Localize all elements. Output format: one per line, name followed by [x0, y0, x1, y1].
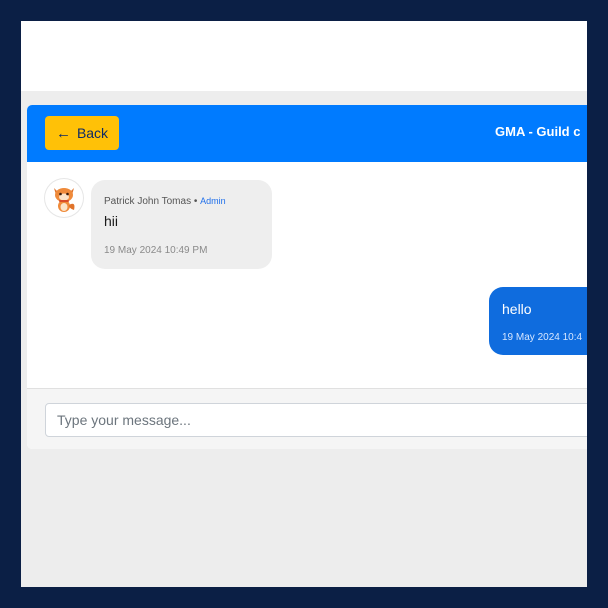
back-button-label: Back	[76, 125, 109, 141]
fox-character-avatar-icon	[46, 180, 82, 216]
chat-title: GMA - Guild c	[495, 124, 581, 139]
app-viewport: ← Back GMA - Guild c Patrick John Tomas …	[21, 21, 587, 587]
top-blank-area	[21, 21, 587, 91]
sender-name: Patrick John Tomas	[104, 196, 192, 207]
arrow-left-icon: ←	[55, 124, 71, 142]
message-text: hii	[104, 213, 119, 229]
chat-panel: ← Back GMA - Guild c Patrick John Tomas …	[27, 105, 587, 449]
admin-badge: Admin	[200, 196, 226, 206]
avatar	[45, 179, 83, 217]
message-list: Patrick John Tomas • Admin hii 19 May 20…	[27, 162, 587, 388]
incoming-message: Patrick John Tomas • Admin hii 19 May 20…	[91, 180, 272, 269]
chat-header: ← Back GMA - Guild c	[27, 105, 587, 162]
message-timestamp: 19 May 2024 10:49 PM	[104, 245, 208, 256]
back-button[interactable]: ← Back	[45, 116, 119, 150]
outgoing-message: hello 19 May 2024 10:4	[489, 287, 587, 355]
sender-separator: •	[191, 196, 201, 207]
page-gap	[21, 91, 587, 105]
message-sender-line: Patrick John Tomas • Admin	[104, 196, 226, 207]
message-text: hello	[502, 301, 532, 317]
message-timestamp: 19 May 2024 10:4	[502, 332, 583, 343]
message-input[interactable]	[45, 403, 587, 437]
composer	[27, 388, 587, 449]
